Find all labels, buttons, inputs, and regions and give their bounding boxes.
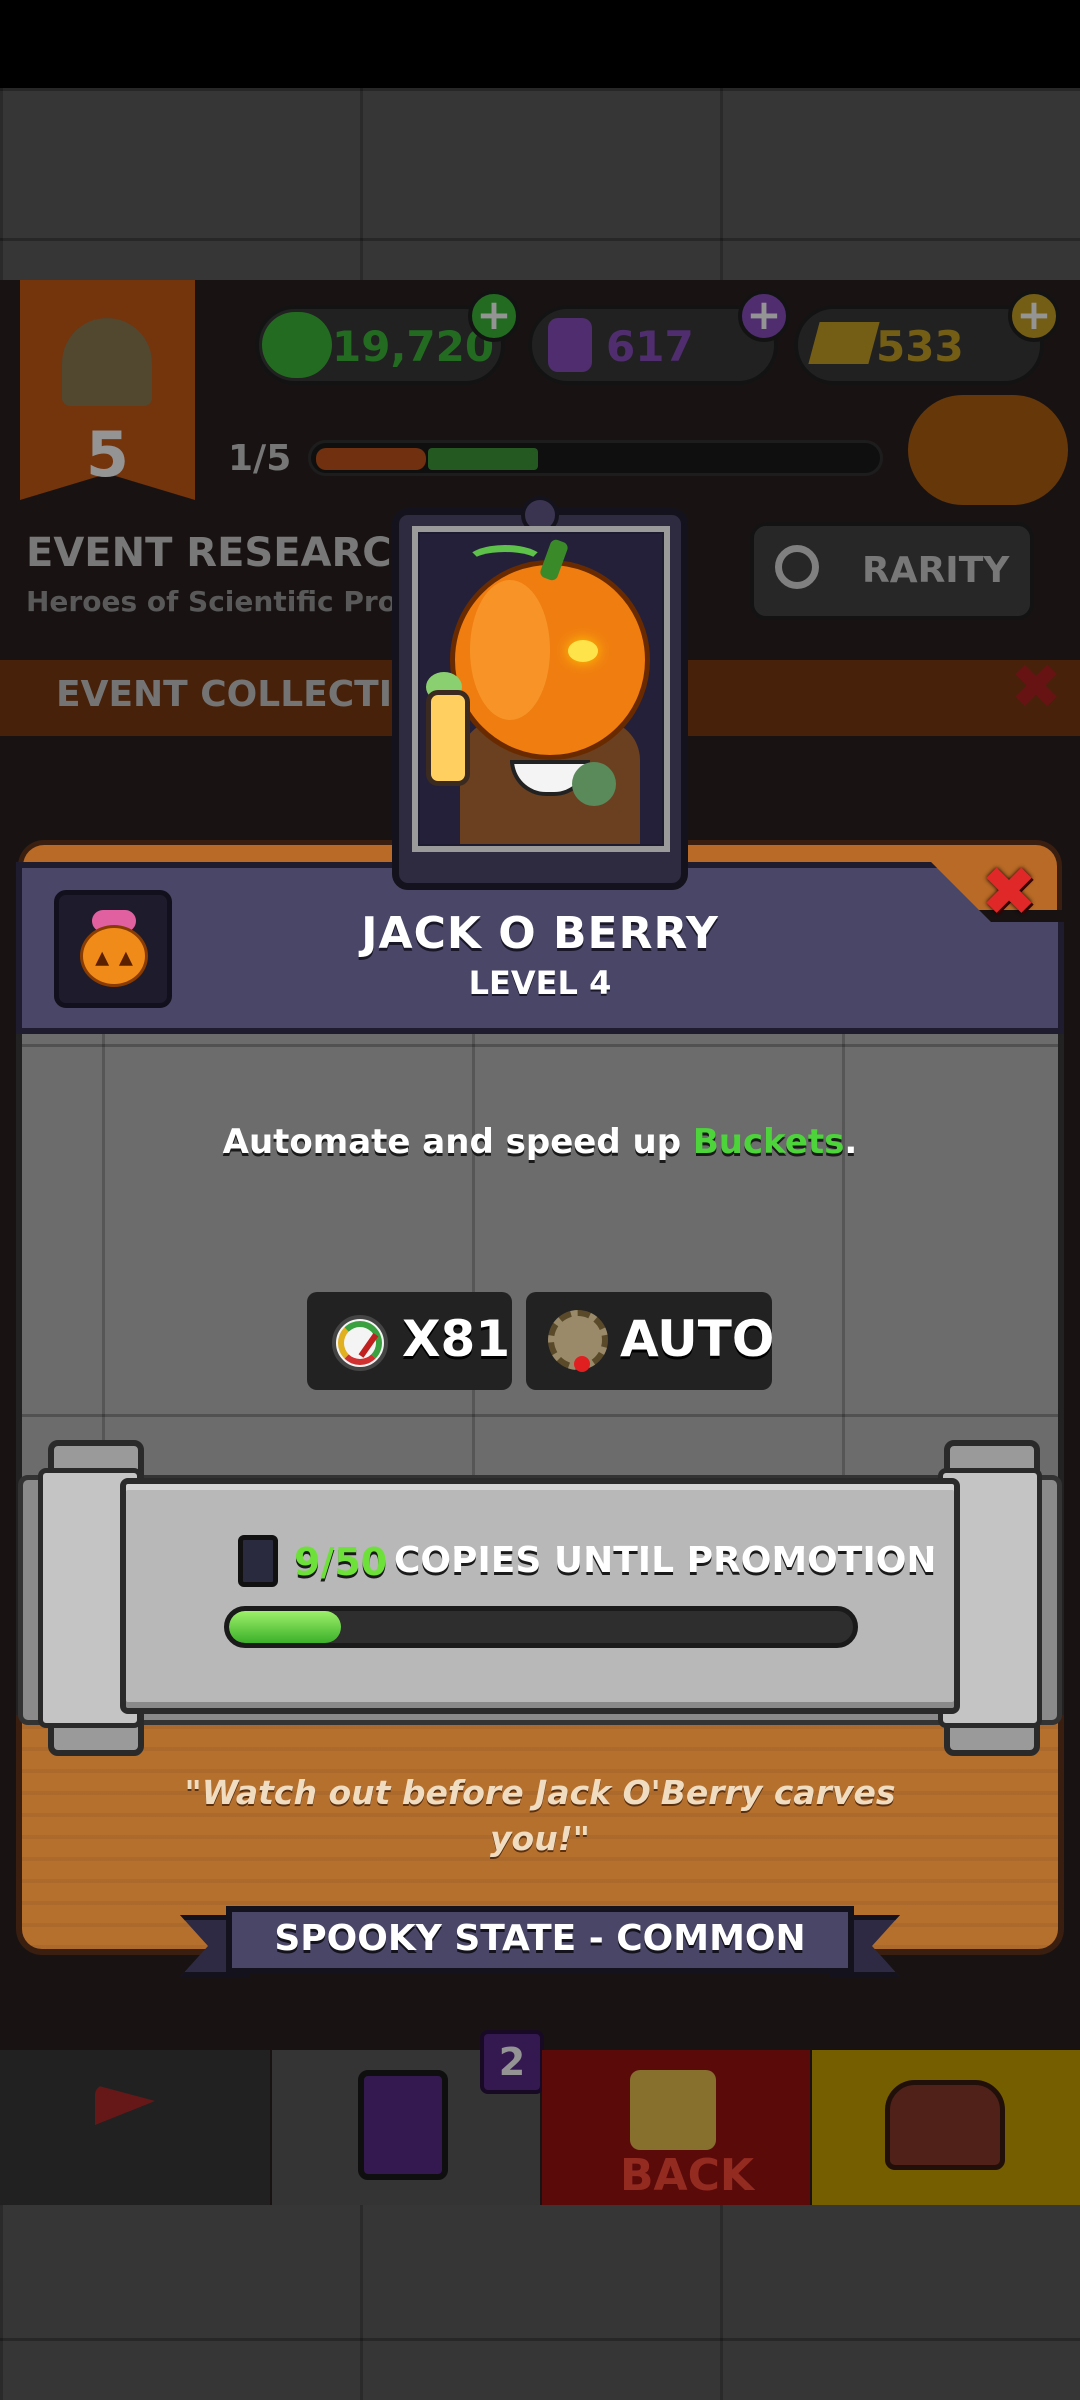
character-hand xyxy=(572,762,616,806)
gear-crank-knob xyxy=(574,1356,590,1372)
copies-count: 9/50 xyxy=(294,1540,388,1584)
description-highlight: Buckets xyxy=(692,1122,845,1162)
status-bar xyxy=(0,0,1080,88)
character-level: LEVEL 4 xyxy=(468,964,612,1002)
character-name: JACK O BERRY xyxy=(361,908,719,959)
card-copy-icon xyxy=(238,1535,278,1587)
description-suffix: . xyxy=(844,1122,858,1162)
promotion-progress-bar xyxy=(224,1606,858,1648)
ability-description: Automate and speed up Buckets. xyxy=(16,1122,1064,1162)
glowing-eye xyxy=(568,640,598,662)
speed-stat-value: X81 xyxy=(402,1310,511,1368)
lantern-icon xyxy=(426,690,470,786)
pumpkin-highlight xyxy=(470,580,550,720)
promotion-progress-fill xyxy=(229,1611,342,1643)
speed-gauge-arc xyxy=(338,1321,382,1365)
rarity-ribbon-label: SPOOKY STATE - COMMON xyxy=(274,1918,806,1959)
auto-stat-value: AUTO xyxy=(620,1310,775,1368)
character-quote: "Watch out before Jack O'Berry carves yo… xyxy=(184,1773,896,1858)
pumpkin-vine xyxy=(465,545,545,579)
promotion-panel xyxy=(120,1478,960,1714)
description-text: Automate and speed up xyxy=(222,1122,693,1162)
copies-label: COPIES UNTIL PROMOTION xyxy=(394,1540,937,1581)
